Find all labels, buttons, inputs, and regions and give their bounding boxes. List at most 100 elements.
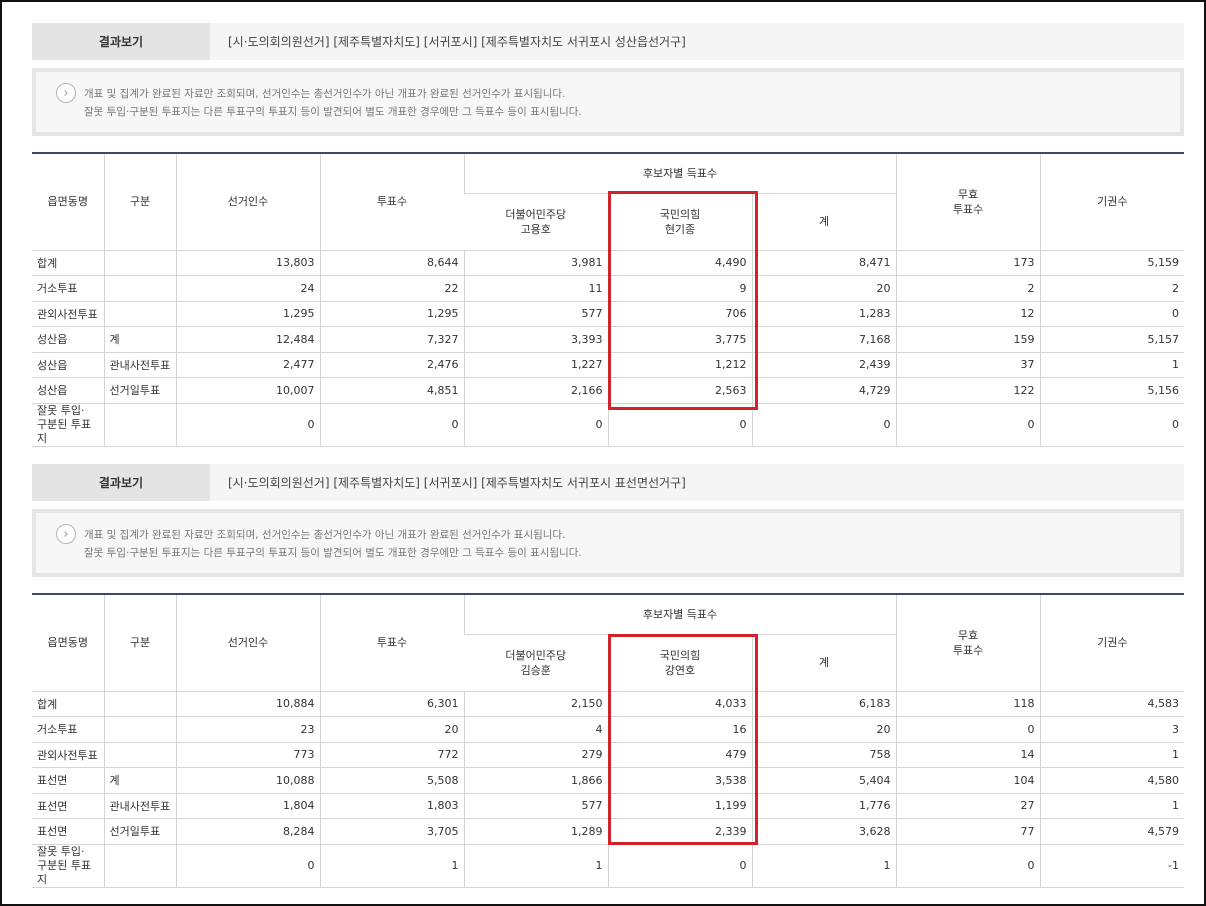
results-table: 읍면동명 구분 선거인수 투표수 후보자별 득표수 무효 투표수 기권수 더불어민…: [32, 593, 1185, 888]
result-breadcrumb: [시·도의회의원선거] [제주특별자치도] [서귀포시] [제주특별자치도 서귀…: [228, 476, 686, 490]
cell-total: 7,168: [751, 326, 897, 353]
cell-candidate-1: 3,981: [463, 250, 608, 276]
cell-abstain: 4,579: [1039, 818, 1185, 845]
cell-candidate-2: 479: [607, 742, 752, 768]
cell-total: 3,628: [751, 818, 897, 845]
col-header-category: 구분: [103, 594, 176, 692]
cell-district: 성산읍: [32, 326, 104, 353]
table-row: 합계 13,803 8,644 3,981 4,490 8,471 173 5,…: [32, 250, 1185, 276]
cell-district: 합계: [32, 691, 104, 717]
table-row: 성산읍 계 12,484 7,327 3,393 3,775 7,168 159…: [32, 326, 1185, 353]
cell-candidate-1: 577: [463, 301, 608, 327]
cell-invalid: 173: [895, 250, 1041, 276]
cell-candidate-1: 0: [463, 403, 608, 447]
table-row: 표선면 계 10,088 5,508 1,866 3,538 5,404 104…: [32, 767, 1185, 794]
cell-votes: 3,705: [319, 818, 464, 845]
cell-votes: 4,851: [319, 377, 464, 404]
cell-electorate: 773: [175, 742, 320, 768]
result-breadcrumb: [시·도의회의원선거] [제주특별자치도] [서귀포시] [제주특별자치도 서귀…: [228, 35, 686, 49]
cell-abstain: 0: [1039, 403, 1185, 447]
cell-candidate-1: 577: [463, 793, 608, 819]
cell-category: [103, 844, 176, 888]
col-header-district: 읍면동명: [32, 153, 104, 251]
cell-category: 관내사전투표: [103, 793, 176, 819]
cell-electorate: 1,804: [175, 793, 320, 819]
cell-category: [103, 275, 176, 302]
cell-total: 758: [751, 742, 897, 768]
cell-abstain: 0: [1039, 301, 1185, 327]
table-row-misplaced: 잘못 투입· 구분된 투표지 0 0 0 0 0 0 0: [32, 403, 1185, 447]
cell-electorate: 2,477: [175, 352, 320, 378]
cell-district: 관외사전투표: [32, 742, 104, 768]
cell-district: 관외사전투표: [32, 301, 104, 327]
cell-abstain: 4,583: [1039, 691, 1185, 717]
cell-electorate: 10,007: [175, 377, 320, 404]
cell-category: 선거일투표: [103, 377, 176, 404]
cell-invalid: 77: [895, 818, 1041, 845]
cell-candidate-1: 279: [463, 742, 608, 768]
table-row: 합계 10,884 6,301 2,150 4,033 6,183 118 4,…: [32, 691, 1185, 717]
invalid-label-line1: 무효: [957, 187, 979, 201]
cell-electorate: 0: [175, 403, 320, 447]
cell-candidate-2: 2,563: [607, 377, 752, 404]
col-header-votes: 투표수: [319, 153, 464, 251]
cell-electorate: 24: [175, 275, 320, 302]
cell-electorate: 8,284: [175, 818, 320, 845]
cell-candidate-1: 11: [463, 275, 608, 302]
table-row: 관외사전투표 773 772 279 479 758 14 1: [32, 742, 1185, 768]
cell-district: 성산읍: [32, 352, 104, 378]
result-view-label: 결과보기: [32, 23, 210, 60]
col-header-district: 읍면동명: [32, 594, 104, 692]
cell-category: [103, 403, 176, 447]
cell-votes: 1: [319, 844, 464, 888]
cell-invalid: 159: [895, 326, 1041, 353]
col-header-candidate-2: 국민의힘 현기종: [607, 193, 752, 251]
table-row: 관외사전투표 1,295 1,295 577 706 1,283 12 0: [32, 301, 1185, 327]
cell-votes: 0: [319, 403, 464, 447]
cell-abstain: -1: [1039, 844, 1185, 888]
col-header-category: 구분: [103, 153, 176, 251]
result-bar: 결과보기 [시·도의회의원선거] [제주특별자치도] [서귀포시] [제주특별자…: [32, 464, 1184, 501]
chevron-right-icon: ›: [56, 524, 76, 544]
cell-category: 관내사전투표: [103, 352, 176, 378]
cell-electorate: 12,484: [175, 326, 320, 353]
result-section-pyoseon: 결과보기 [시·도의회의원선거] [제주특별자치도] [서귀포시] [제주특별자…: [32, 464, 1185, 889]
cell-category: [103, 742, 176, 768]
cell-electorate: 0: [175, 844, 320, 888]
notice-box: › 개표 및 집계가 완료된 자료만 조회되며, 선거인수는 총선거인수가 아닌…: [32, 509, 1184, 577]
cell-candidate-2: 706: [607, 301, 752, 327]
invalid-label-line2: 투표수: [952, 643, 984, 657]
cell-total: 8,471: [751, 250, 897, 276]
notice-box: › 개표 및 집계가 완료된 자료만 조회되며, 선거인수는 총선거인수가 아닌…: [32, 68, 1184, 136]
cell-invalid: 0: [895, 716, 1041, 743]
col-header-candidate-group: 후보자별 득표수: [463, 594, 897, 635]
cell-total: 5,404: [751, 767, 897, 794]
cell-electorate: 23: [175, 716, 320, 743]
cell-total: 1,776: [751, 793, 897, 819]
col-header-candidate-group: 후보자별 득표수: [463, 153, 897, 194]
cell-abstain: 1: [1039, 793, 1185, 819]
cell-candidate-2: 4,033: [607, 691, 752, 717]
cell-candidate-2: 2,339: [607, 818, 752, 845]
cell-district: 성산읍: [32, 377, 104, 404]
cell-invalid: 0: [895, 844, 1041, 888]
chevron-right-icon: ›: [56, 83, 76, 103]
misplaced-label-line2: 구분된 투표지: [37, 858, 92, 886]
cell-candidate-1: 2,166: [463, 377, 608, 404]
cell-district: 표선면: [32, 793, 104, 819]
cell-abstain: 1: [1039, 352, 1185, 378]
cell-invalid: 27: [895, 793, 1041, 819]
cell-abstain: 3: [1039, 716, 1185, 743]
cell-total: 4,729: [751, 377, 897, 404]
cell-votes: 1,803: [319, 793, 464, 819]
cell-district: 거소투표: [32, 716, 104, 743]
table-row: 거소투표 24 22 11 9 20 2 2: [32, 275, 1185, 302]
cell-total: 20: [751, 275, 897, 302]
cell-candidate-1: 2,150: [463, 691, 608, 717]
col-header-votes: 투표수: [319, 594, 464, 692]
result-bar: 결과보기 [시·도의회의원선거] [제주특별자치도] [서귀포시] [제주특별자…: [32, 23, 1184, 60]
cell-votes: 20: [319, 716, 464, 743]
invalid-label-line2: 투표수: [952, 202, 984, 216]
result-view-label: 결과보기: [32, 464, 210, 501]
cell-candidate-1: 4: [463, 716, 608, 743]
